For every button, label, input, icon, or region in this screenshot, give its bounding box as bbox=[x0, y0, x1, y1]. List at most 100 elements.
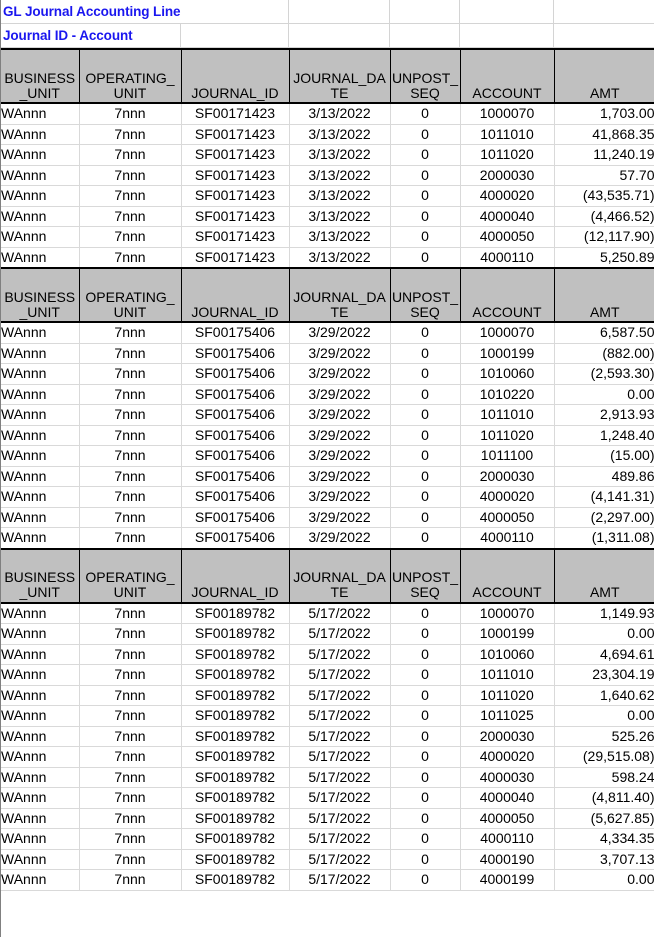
cell-operating_unit[interactable]: 7nnn bbox=[79, 185, 182, 207]
cell-operating_unit[interactable]: 7nnn bbox=[79, 664, 182, 686]
cell-operating_unit[interactable]: 7nnn bbox=[79, 828, 182, 850]
cell-amt[interactable]: 2,913.93 bbox=[554, 404, 654, 426]
table-row[interactable]: WAnnn 7nnn SF00189782 5/17/2022 0 2000030 525.… bbox=[1, 726, 654, 747]
table-row[interactable]: WAnnn 7nnn SF00189782 5/17/2022 0 4000030 598.… bbox=[1, 767, 654, 788]
cell-journal_date[interactable]: 5/17/2022 bbox=[289, 644, 391, 665]
cell-journal_id[interactable]: SF00171423 bbox=[181, 165, 290, 186]
cell-account[interactable]: 4000050 bbox=[460, 226, 555, 248]
table-row[interactable]: WAnnn 7nnn SF00189782 5/17/2022 0 4000020 (29,… bbox=[1, 746, 654, 768]
cell-journal_date[interactable]: 5/17/2022 bbox=[289, 685, 391, 706]
table-row[interactable]: WAnnn 7nnn SF00189782 5/17/2022 0 1011010 23,3… bbox=[1, 664, 654, 686]
cell-amt[interactable]: 489.86 bbox=[554, 466, 654, 487]
column-header-operating_unit[interactable]: OPERATING_UNIT bbox=[78, 48, 182, 104]
cell-operating_unit[interactable]: 7nnn bbox=[79, 623, 182, 645]
cell-account[interactable]: 4000020 bbox=[460, 746, 555, 768]
cell-account[interactable]: 4000020 bbox=[460, 185, 555, 207]
cell-journal_id[interactable]: SF00189782 bbox=[181, 685, 290, 706]
cell-business_unit[interactable]: WAnnn bbox=[1, 144, 80, 166]
cell-unpost_seq[interactable]: 0 bbox=[390, 828, 461, 850]
cell-operating_unit[interactable]: 7nnn bbox=[79, 527, 182, 549]
cell-unpost_seq[interactable]: 0 bbox=[390, 466, 461, 487]
table-row[interactable]: WAnnn 7nnn SF00175406 3/29/2022 0 4000050 (2,2… bbox=[1, 507, 654, 528]
cell-account[interactable]: 4000190 bbox=[460, 849, 555, 870]
cell-operating_unit[interactable]: 7nnn bbox=[79, 206, 182, 227]
cell-business_unit[interactable]: WAnnn bbox=[1, 726, 80, 747]
cell-business_unit[interactable]: WAnnn bbox=[1, 206, 80, 227]
table-row[interactable]: WAnnn 7nnn SF00189782 5/17/2022 0 1010060 4,69… bbox=[1, 644, 654, 665]
cell-unpost_seq[interactable]: 0 bbox=[390, 527, 461, 549]
cell-business_unit[interactable]: WAnnn bbox=[1, 507, 80, 528]
cell-account[interactable]: 1011100 bbox=[460, 445, 555, 467]
cell-journal_id[interactable]: SF00175406 bbox=[181, 445, 290, 467]
cell-journal_id[interactable]: SF00189782 bbox=[181, 767, 290, 788]
cell-business_unit[interactable]: WAnnn bbox=[1, 486, 80, 508]
cell-journal_id[interactable]: SF00189782 bbox=[181, 787, 290, 809]
cell-journal_id[interactable]: SF00171423 bbox=[181, 103, 290, 125]
cell-unpost_seq[interactable]: 0 bbox=[390, 185, 461, 207]
cell-unpost_seq[interactable]: 0 bbox=[390, 486, 461, 508]
cell-amt[interactable]: 0.00 bbox=[554, 384, 654, 405]
cell-journal_id[interactable]: SF00171423 bbox=[181, 124, 290, 145]
cell-journal_id[interactable]: SF00189782 bbox=[181, 705, 290, 727]
cell-amt[interactable]: (882.00) bbox=[554, 343, 654, 364]
cell-unpost_seq[interactable]: 0 bbox=[390, 165, 461, 186]
cell-operating_unit[interactable]: 7nnn bbox=[79, 869, 182, 891]
cell-operating_unit[interactable]: 7nnn bbox=[79, 322, 182, 344]
cell-business_unit[interactable]: WAnnn bbox=[1, 849, 80, 870]
cell-account[interactable]: 1000070 bbox=[460, 322, 555, 344]
cell-operating_unit[interactable]: 7nnn bbox=[79, 445, 182, 467]
cell-account[interactable]: 2000030 bbox=[460, 165, 555, 186]
cell-business_unit[interactable]: WAnnn bbox=[1, 103, 80, 125]
cell-business_unit[interactable]: WAnnn bbox=[1, 363, 80, 385]
cell-account[interactable]: 1011020 bbox=[460, 685, 555, 706]
table-row[interactable]: WAnnn 7nnn SF00189782 5/17/2022 0 4000199 0.00 bbox=[1, 869, 654, 891]
cell-business_unit[interactable]: WAnnn bbox=[1, 685, 80, 706]
column-header-account[interactable]: ACCOUNT bbox=[459, 48, 555, 104]
cell-journal_date[interactable]: 3/29/2022 bbox=[289, 507, 391, 528]
cell-operating_unit[interactable]: 7nnn bbox=[79, 363, 182, 385]
cell-amt[interactable]: (4,466.52) bbox=[554, 206, 654, 227]
cell-unpost_seq[interactable]: 0 bbox=[390, 726, 461, 747]
cell-amt[interactable]: (29,515.08) bbox=[554, 746, 654, 768]
column-header-journal_id[interactable]: JOURNAL_ID bbox=[180, 547, 290, 604]
cell-journal_id[interactable]: SF00189782 bbox=[181, 644, 290, 665]
cell-unpost_seq[interactable]: 0 bbox=[390, 384, 461, 405]
cell-journal_id[interactable]: SF00175406 bbox=[181, 322, 290, 344]
table-row[interactable]: WAnnn 7nnn SF00171423 3/13/2022 0 2000030 57.7… bbox=[1, 165, 654, 186]
cell-journal_date[interactable]: 5/17/2022 bbox=[289, 726, 391, 747]
cell-unpost_seq[interactable]: 0 bbox=[390, 425, 461, 446]
cell-operating_unit[interactable]: 7nnn bbox=[79, 644, 182, 665]
table-row[interactable]: WAnnn 7nnn SF00175406 3/29/2022 0 1010220 0.00 bbox=[1, 384, 654, 405]
column-header-amt[interactable]: AMT bbox=[553, 48, 654, 104]
cell-journal_id[interactable]: SF00189782 bbox=[181, 746, 290, 768]
cell-amt[interactable]: 1,703.00 bbox=[554, 103, 654, 125]
cell-unpost_seq[interactable]: 0 bbox=[390, 445, 461, 467]
cell-business_unit[interactable]: WAnnn bbox=[1, 869, 80, 891]
column-header-business_unit[interactable]: BUSINESS_UNIT bbox=[1, 48, 80, 104]
cell-account[interactable]: 1011020 bbox=[460, 425, 555, 446]
column-header-amt[interactable]: AMT bbox=[553, 547, 654, 604]
cell-journal_id[interactable]: SF00189782 bbox=[181, 623, 290, 645]
cell-account[interactable]: 4000199 bbox=[460, 869, 555, 891]
cell-operating_unit[interactable]: 7nnn bbox=[79, 808, 182, 829]
table-row[interactable]: WAnnn 7nnn SF00189782 5/17/2022 0 1011020 1,64… bbox=[1, 685, 654, 706]
cell-operating_unit[interactable]: 7nnn bbox=[79, 486, 182, 508]
cell-amt[interactable]: 525.26 bbox=[554, 726, 654, 747]
cell-unpost_seq[interactable]: 0 bbox=[390, 206, 461, 227]
column-header-unpost_seq[interactable]: UNPOST_SEQ bbox=[389, 547, 461, 604]
cell-account[interactable]: 4000030 bbox=[460, 767, 555, 788]
cell-operating_unit[interactable]: 7nnn bbox=[79, 767, 182, 788]
cell-account[interactable]: 1010060 bbox=[460, 644, 555, 665]
cell-unpost_seq[interactable]: 0 bbox=[390, 869, 461, 891]
cell-business_unit[interactable]: WAnnn bbox=[1, 623, 80, 645]
cell-journal_id[interactable]: SF00189782 bbox=[181, 869, 290, 891]
cell-journal_id[interactable]: SF00171423 bbox=[181, 185, 290, 207]
cell-operating_unit[interactable]: 7nnn bbox=[79, 466, 182, 487]
table-row[interactable]: WAnnn 7nnn SF00175406 3/29/2022 0 4000020 (4,1… bbox=[1, 486, 654, 508]
cell-amt[interactable]: 1,149.93 bbox=[554, 602, 654, 624]
table-row[interactable]: WAnnn 7nnn SF00189782 5/17/2022 0 1000070 1,14… bbox=[1, 602, 654, 624]
cell-unpost_seq[interactable]: 0 bbox=[390, 343, 461, 364]
cell-business_unit[interactable]: WAnnn bbox=[1, 787, 80, 809]
cell-journal_date[interactable]: 5/17/2022 bbox=[289, 602, 391, 624]
cell-unpost_seq[interactable]: 0 bbox=[390, 363, 461, 385]
